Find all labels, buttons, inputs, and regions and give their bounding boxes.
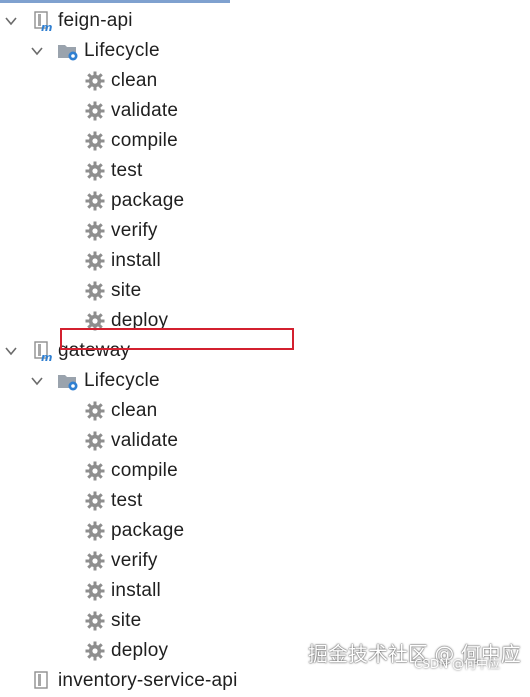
gear-icon <box>84 250 106 272</box>
gear-icon <box>84 130 106 152</box>
tree-node-goal-validate[interactable]: validate <box>0 96 530 126</box>
tree-node-lifecycle[interactable]: Lifecycle <box>0 36 530 66</box>
svg-text:m: m <box>41 21 52 32</box>
maven-module-icon: m <box>32 340 54 364</box>
lifecycle-folder-icon <box>57 370 79 392</box>
chevron-down-icon[interactable] <box>4 14 18 28</box>
tree-node-module-feign-api[interactable]: m feign-api <box>0 6 530 36</box>
gear-icon <box>84 490 106 512</box>
selection-bar <box>0 0 230 3</box>
goal-label: verify <box>111 550 158 571</box>
goal-label: install <box>111 580 161 601</box>
gear-icon <box>84 220 106 242</box>
lifecycle-label: Lifecycle <box>84 40 160 61</box>
watermark-csdn: CSDN @何中应 <box>414 657 501 671</box>
tree-node-goal-verify[interactable]: verify <box>0 546 530 576</box>
tree-node-goal-test[interactable]: test <box>0 486 530 516</box>
tree-node-goal-clean[interactable]: clean <box>0 66 530 96</box>
tree-node-goal-clean[interactable]: clean <box>0 396 530 426</box>
chevron-down-icon[interactable] <box>4 344 18 358</box>
gear-icon <box>84 610 106 632</box>
tree-node-goal-package[interactable]: package <box>0 186 530 216</box>
gear-icon <box>84 400 106 422</box>
gear-icon <box>84 160 106 182</box>
module-name: feign-api <box>58 10 133 31</box>
tree-node-goal-install[interactable]: install <box>0 246 530 276</box>
gear-icon <box>84 430 106 452</box>
chevron-down-icon[interactable] <box>30 374 44 388</box>
maven-module-icon: m <box>32 10 54 34</box>
svg-text:m: m <box>41 351 52 362</box>
lifecycle-label: Lifecycle <box>84 370 160 391</box>
goal-label: clean <box>111 70 158 91</box>
goal-label: validate <box>111 430 179 451</box>
goal-label: test <box>111 160 143 181</box>
goal-label: site <box>111 280 142 301</box>
tree-node-lifecycle[interactable]: Lifecycle <box>0 366 530 396</box>
goal-label: test <box>111 490 143 511</box>
tree-node-goal-package[interactable]: package <box>0 516 530 546</box>
annotation-highlight-box <box>60 328 294 350</box>
goal-label: package <box>111 190 185 211</box>
goal-label: clean <box>111 400 158 421</box>
gear-icon <box>84 280 106 302</box>
goal-label: compile <box>111 130 178 151</box>
lifecycle-folder-icon <box>57 40 79 62</box>
tree-node-goal-test[interactable]: test <box>0 156 530 186</box>
maven-module-icon <box>32 670 54 692</box>
tree-node-goal-install[interactable]: install <box>0 576 530 606</box>
gear-icon <box>84 460 106 482</box>
goal-label: compile <box>111 460 178 481</box>
gear-icon <box>84 580 106 602</box>
chevron-down-icon[interactable] <box>30 44 44 58</box>
module-name: inventory-service-api <box>58 670 238 691</box>
goal-label: site <box>111 610 142 631</box>
tree-node-goal-site[interactable]: site <box>0 276 530 306</box>
tree-node-goal-compile[interactable]: compile <box>0 456 530 486</box>
gear-icon <box>84 640 106 662</box>
tree-node-goal-compile[interactable]: compile <box>0 126 530 156</box>
tree-node-goal-validate[interactable]: validate <box>0 426 530 456</box>
tree-node-goal-verify[interactable]: verify <box>0 216 530 246</box>
gear-icon <box>84 550 106 572</box>
tree-node-goal-site[interactable]: site <box>0 606 530 636</box>
gear-icon <box>84 190 106 212</box>
gear-icon <box>84 100 106 122</box>
gear-icon <box>84 70 106 92</box>
goal-label: package <box>111 520 185 541</box>
scroll-clip-top <box>0 0 530 5</box>
goal-label: deploy <box>111 640 169 661</box>
goal-label: verify <box>111 220 158 241</box>
goal-label: validate <box>111 100 179 121</box>
gear-icon <box>84 520 106 542</box>
goal-label: install <box>111 250 161 271</box>
